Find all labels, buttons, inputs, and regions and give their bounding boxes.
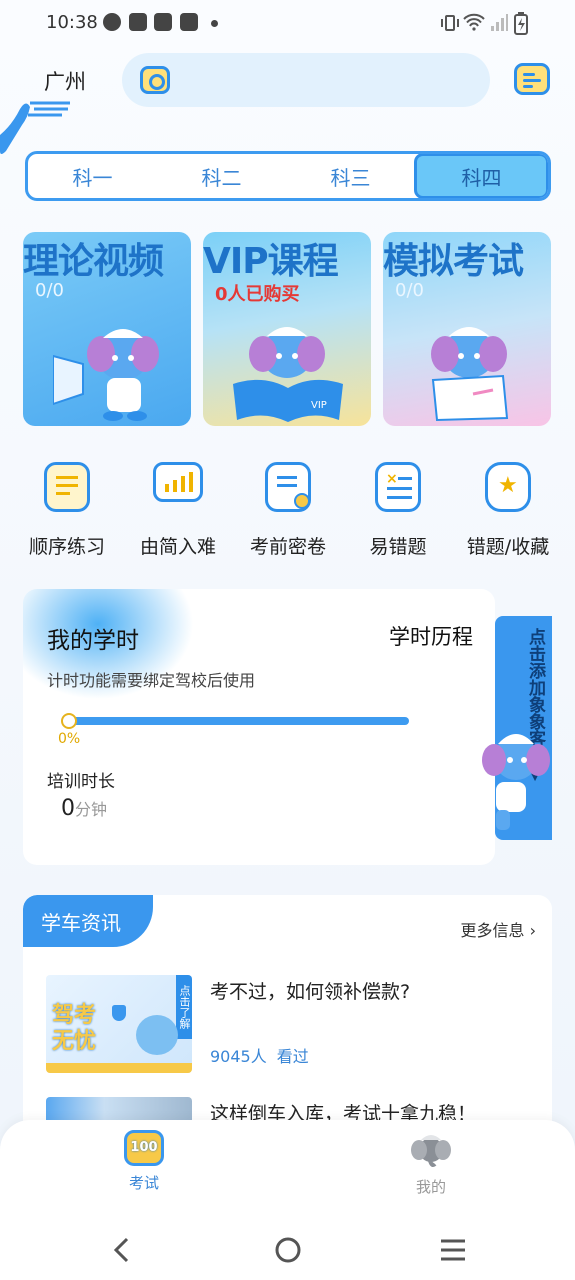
status-bar: 10:38: [0, 0, 575, 46]
vibrate-icon: [441, 15, 459, 31]
card-title: 理论视频: [23, 241, 164, 282]
thumb-tag: 点击了解: [176, 975, 192, 1039]
study-progress-knob: [61, 713, 77, 729]
svg-text:VIP: VIP: [311, 400, 327, 411]
home-icon[interactable]: [274, 1236, 302, 1264]
city-selector[interactable]: 广州: [44, 66, 86, 96]
elephant-avatar-icon: [411, 1135, 451, 1167]
list-doc-icon: [44, 462, 90, 512]
study-progress-percent: 0%: [58, 731, 81, 747]
training-duration-label: 培训时长: [47, 772, 115, 792]
quick-label: 错题/收藏: [466, 536, 550, 558]
thumb-text: 驾考无忧: [52, 1003, 97, 1054]
waving-hand-icon: [0, 101, 70, 154]
card-title: VIP课程: [203, 241, 339, 282]
elephant-thumb-icon: [136, 1015, 178, 1055]
bag-icon: [154, 13, 172, 31]
bar-chart-icon: [153, 462, 203, 502]
study-title: 我的学时: [47, 628, 139, 654]
study-history-link[interactable]: 学时历程: [389, 621, 473, 651]
subject-tabs: 科一 科二 科三 科四: [25, 151, 551, 201]
message-icon[interactable]: [514, 63, 550, 95]
news-view-count: 9045人: [210, 1047, 267, 1066]
news-more-link[interactable]: 更多信息 ›: [460, 917, 536, 941]
news-views: 9045人 看过: [210, 1043, 309, 1067]
vip-course-card[interactable]: VIP课程 0人已购买 VIP: [203, 232, 371, 426]
elephant-mascot-icon: [482, 734, 550, 830]
card-title: 模拟考试: [383, 241, 524, 282]
quick-easy-to-hard[interactable]: 由简入难: [128, 462, 228, 559]
secret-paper-icon: [265, 462, 311, 512]
tab-subject-4[interactable]: 科四: [414, 154, 548, 198]
mock-exam-card[interactable]: 模拟考试 0/0: [383, 232, 551, 426]
training-duration-value: 0分钟: [61, 796, 107, 821]
news-title: 考不过，如何领补偿款?: [210, 981, 411, 1003]
study-time-panel: 我的学时 学时历程 计时功能需要绑定驾校后使用 0% 培训时长 0分钟: [23, 589, 495, 865]
quick-sequential-practice[interactable]: 顺序练习: [17, 462, 117, 559]
shield-check-icon: [112, 1005, 126, 1021]
card-subtitle: 0/0: [35, 280, 64, 301]
card-subtitle: 0人已购买: [215, 284, 300, 305]
tab-subject-1[interactable]: 科一: [28, 154, 157, 198]
quick-label: 由简入难: [139, 536, 216, 558]
nav-exam[interactable]: 100 考试: [104, 1130, 184, 1193]
study-note: 计时功能需要绑定驾校后使用: [47, 671, 256, 690]
tab-subject-3[interactable]: 科三: [286, 154, 415, 198]
nav-label: 考试: [128, 1174, 159, 1192]
system-nav-bar: [0, 1220, 575, 1280]
back-icon[interactable]: [110, 1236, 134, 1264]
star-badge-icon: ★: [485, 462, 531, 512]
nav-mine[interactable]: 我的: [391, 1130, 471, 1197]
status-time: 10:38: [46, 12, 98, 33]
exam-100-icon: 100: [124, 1130, 164, 1166]
quick-label: 顺序练习: [28, 536, 105, 558]
dot-icon: [211, 20, 218, 27]
bag-icon: [129, 13, 147, 31]
signal-icon: [491, 14, 508, 31]
quick-secret-paper[interactable]: 考前密卷: [238, 462, 338, 559]
training-unit: 分钟: [75, 800, 108, 819]
training-value: 0: [61, 796, 75, 821]
wifi-icon: [463, 13, 485, 31]
search-bar[interactable]: [122, 53, 490, 107]
quick-error-prone[interactable]: × 易错题: [348, 462, 448, 559]
tab-subject-2[interactable]: 科二: [157, 154, 286, 198]
recent-apps-icon[interactable]: [440, 1238, 466, 1262]
battery-icon: [514, 12, 528, 35]
chevron-right-icon: ›: [529, 921, 536, 940]
news-item[interactable]: 驾考无忧 点击了解 考不过，如何领补偿款? 9045人 看过: [46, 975, 536, 1075]
nav-label: 我的: [415, 1178, 446, 1196]
news-seen-label: 看过: [276, 1047, 309, 1066]
news-thumbnail: 驾考无忧 点击了解: [46, 975, 192, 1073]
elephant-exam-illustration: [431, 327, 509, 422]
bag-icon: [180, 13, 198, 31]
search-icon: [140, 66, 170, 94]
elephant-reading-illustration: VIP: [233, 327, 343, 422]
study-progress-bar: [68, 717, 409, 725]
theory-video-card[interactable]: 理论视频 0/0: [23, 232, 191, 426]
news-more-label: 更多信息: [460, 921, 525, 940]
news-header: 学车资讯: [23, 895, 153, 947]
quick-mistakes-favorites[interactable]: ★ 错题/收藏: [458, 462, 558, 559]
quick-label: 考前密卷: [249, 536, 326, 558]
quick-label: 易错题: [369, 536, 427, 558]
error-list-icon: ×: [375, 462, 421, 512]
bottom-navigation: 100 考试 我的: [0, 1120, 575, 1220]
elephant-flashlight-illustration: [53, 329, 159, 421]
compass-icon: [103, 13, 121, 31]
card-subtitle: 0/0: [395, 280, 424, 301]
